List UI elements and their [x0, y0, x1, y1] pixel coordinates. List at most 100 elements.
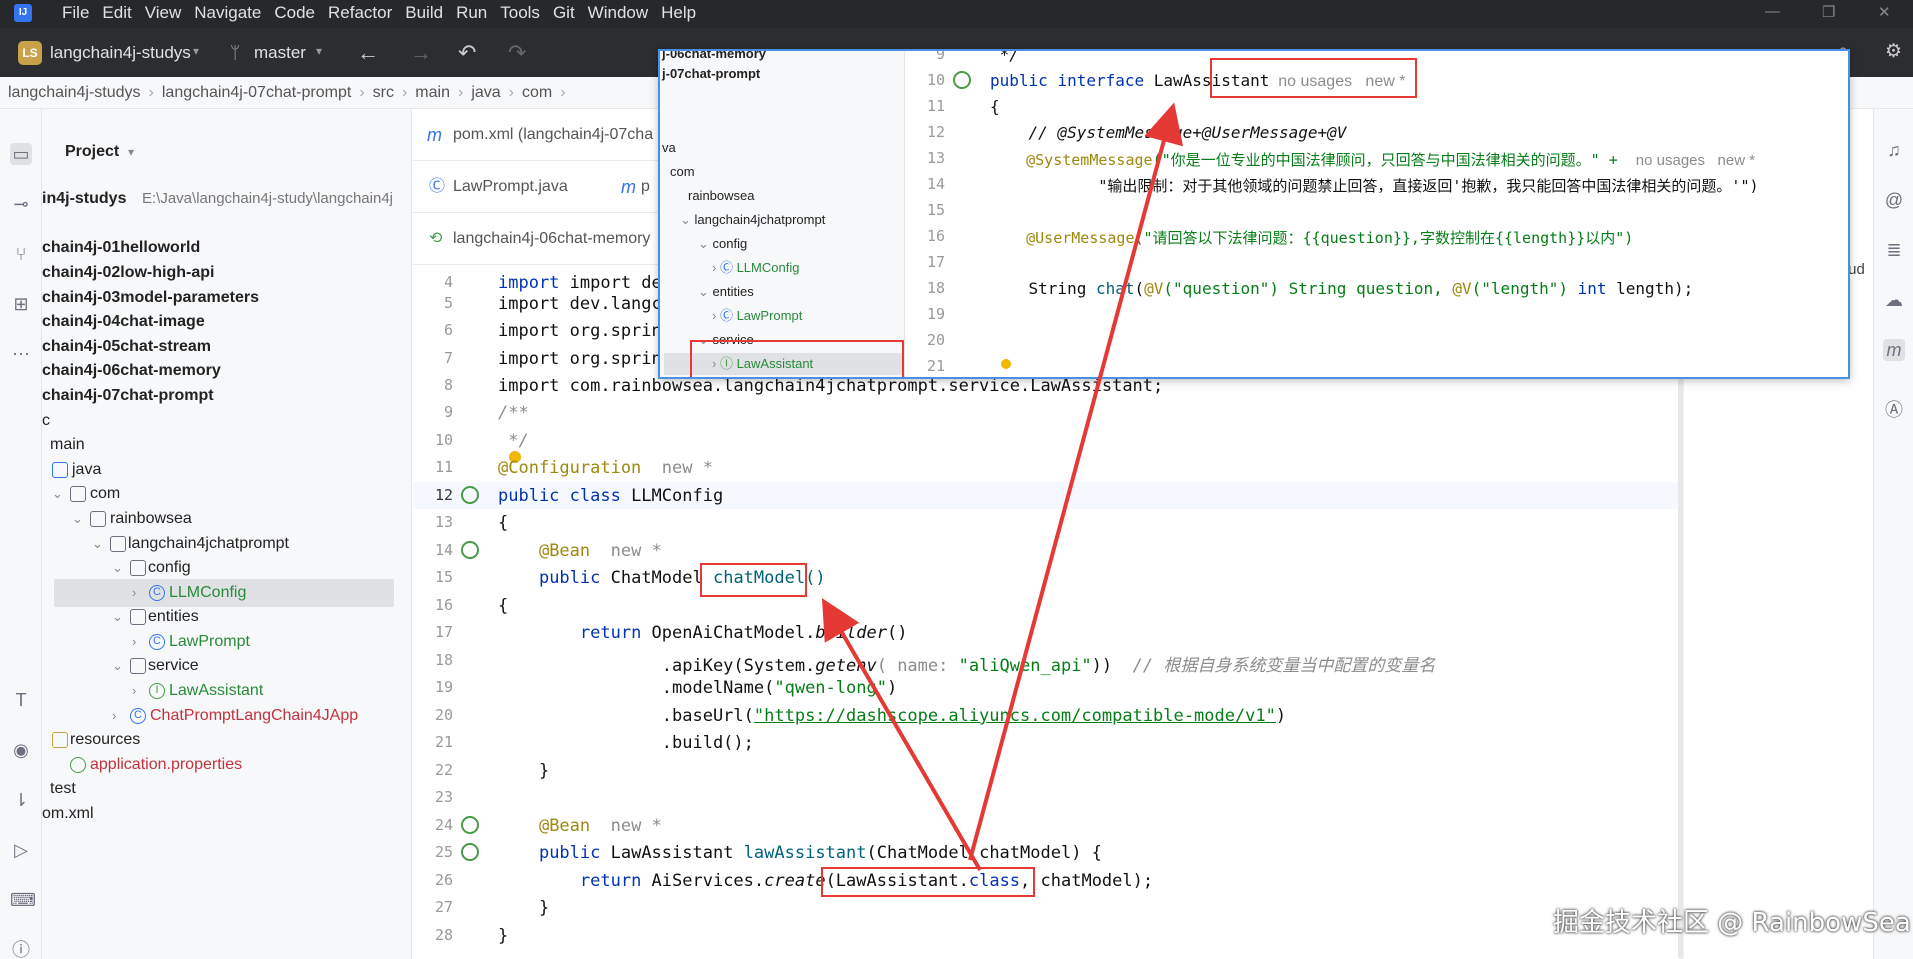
popup-tree-item[interactable]: ⌄ entities: [698, 281, 754, 303]
structure-icon[interactable]: ⊞: [10, 293, 32, 315]
breadcrumb-item[interactable]: com: [522, 84, 552, 102]
breadcrumb-item[interactable]: src: [373, 84, 394, 102]
undo-icon[interactable]: ↶: [458, 40, 476, 66]
notifications-bell-icon[interactable]: ♫: [1883, 139, 1905, 161]
bean-gutter-icon[interactable]: [461, 843, 479, 861]
database-icon[interactable]: ≣: [1883, 239, 1905, 261]
bean-gutter-icon[interactable]: [461, 486, 479, 504]
tree-resources[interactable]: resources: [42, 726, 411, 754]
package-icon: [110, 536, 126, 552]
problems-icon[interactable]: ⓘ: [10, 939, 32, 959]
settings-gear-icon[interactable]: ⚙: [1885, 40, 1902, 63]
project-selector[interactable]: langchain4j-studys: [50, 43, 191, 63]
popup-tree-item[interactable]: va: [662, 137, 676, 159]
tree-entities[interactable]: ⌄ entities: [42, 603, 411, 631]
tree-pom[interactable]: om.xml: [42, 800, 411, 828]
project-folder-icon[interactable]: ▭: [10, 143, 32, 165]
menu-run[interactable]: Run: [456, 3, 487, 23]
more-icon[interactable]: ⋯: [10, 343, 32, 365]
gradle-icon[interactable]: ☁: [1883, 289, 1905, 311]
menu-build[interactable]: Build: [405, 3, 443, 23]
build-hammer-icon[interactable]: T: [10, 689, 32, 711]
project-panel-title[interactable]: Project: [65, 143, 119, 161]
chevron-down-icon[interactable]: ⌄: [52, 480, 63, 508]
tab-lawprompt[interactable]: Ⓒ LawPrompt.java m p: [413, 161, 693, 213]
close-icon[interactable]: ✕: [1878, 3, 1891, 21]
breadcrumb-item[interactable]: java: [471, 84, 500, 102]
commit-icon[interactable]: ⊸: [10, 193, 32, 215]
tree-config[interactable]: ⌄ config: [42, 554, 411, 582]
translation-icon[interactable]: Ⓐ: [1883, 399, 1905, 421]
line-number: 21: [434, 733, 453, 751]
tree-root-path: E:\Java\langchain4j-study\langchain4j: [142, 190, 393, 207]
popup-tree-item[interactable]: › Ⓒ LLMConfig: [712, 257, 799, 279]
breadcrumb-item[interactable]: main: [415, 84, 450, 102]
services-icon[interactable]: ◉: [10, 739, 32, 761]
code-editor[interactable]: 4 5 6 7 8 9 10 11 12 13 14 15 16 17 18 1…: [413, 273, 1684, 959]
maximize-icon[interactable]: ❐: [1822, 3, 1835, 21]
tree-root[interactable]: in4j-studys E:\Java\langchain4j-study\la…: [42, 185, 411, 213]
terminal-icon[interactable]: ⌨: [10, 889, 36, 911]
tree-lawassistant[interactable]: › I LawAssistant: [42, 677, 411, 705]
tree-main[interactable]: main: [42, 431, 411, 459]
menu-navigate[interactable]: Navigate: [194, 3, 261, 23]
bean-gutter-icon[interactable]: [461, 816, 479, 834]
popup-tree-item[interactable]: rainbowsea: [688, 185, 755, 207]
chevron-down-icon[interactable]: ▾: [128, 145, 134, 159]
chevron-down-icon[interactable]: ▾: [193, 44, 199, 58]
chevron-down-icon[interactable]: ▾: [316, 44, 322, 58]
bean-gutter-icon[interactable]: [461, 541, 479, 559]
chevron-down-icon[interactable]: ⌄: [112, 603, 123, 631]
menu-view[interactable]: View: [145, 3, 182, 23]
tree-module[interactable]: chain4j-06chat-memory: [42, 357, 411, 385]
menu-help[interactable]: Help: [661, 3, 696, 23]
chevron-down-icon[interactable]: ⌄: [112, 554, 123, 582]
module-label: chain4j-01helloworld: [42, 239, 201, 256]
menu-file[interactable]: File: [62, 3, 89, 23]
endpoints-icon[interactable]: ⇂: [10, 789, 32, 811]
popup-tree-item[interactable]: j-07chat-prompt: [662, 63, 760, 85]
tree-module[interactable]: chain4j-04chat-image: [42, 308, 411, 336]
tree-test[interactable]: test: [42, 775, 411, 803]
highlight-box-lawassistant-class: [821, 867, 1035, 897]
chevron-down-icon[interactable]: ⌄: [72, 505, 83, 533]
menu-tools[interactable]: Tools: [500, 3, 540, 23]
popup-tree-item[interactable]: ⌄ config: [698, 233, 747, 255]
breadcrumb-item[interactable]: langchain4j-studys: [8, 84, 141, 102]
chevron-right-icon[interactable]: ›: [132, 677, 136, 705]
menu-refactor[interactable]: Refactor: [328, 3, 392, 23]
popup-tree-item[interactable]: ⌄ langchain4jchatprompt: [680, 209, 825, 231]
tree-service[interactable]: ⌄ service: [42, 652, 411, 680]
tree-rainbowsea[interactable]: ⌄ rainbowsea: [42, 505, 411, 533]
project-badge[interactable]: LS: [18, 41, 42, 65]
tab-pom[interactable]: m pom.xml (langchain4j-07cha: [413, 109, 693, 161]
tree-module[interactable]: chain4j-07chat-prompt: [42, 382, 411, 410]
tree-module[interactable]: chain4j-01helloworld: [42, 234, 411, 262]
ai-assistant-icon[interactable]: @: [1883, 189, 1905, 211]
lightbulb-icon[interactable]: [1001, 359, 1011, 369]
code-line: "输出限制：对于其他领域的问题禁止回答，直接返回'抱歉，我只能回答中国法律相关的…: [1026, 177, 1759, 195]
popup-tree-item[interactable]: › Ⓒ LawPrompt: [712, 305, 802, 327]
menu-window[interactable]: Window: [588, 3, 648, 23]
popup-tree-item[interactable]: com: [670, 161, 695, 183]
pull-requests-icon[interactable]: ⑂: [10, 243, 32, 265]
run-icon[interactable]: ▷: [10, 839, 32, 861]
tree-label: main: [50, 436, 85, 453]
forward-icon[interactable]: →: [410, 40, 432, 66]
tree-module[interactable]: chain4j-02low-high-api: [42, 259, 411, 287]
implemented-gutter-icon[interactable]: [953, 71, 971, 89]
back-icon[interactable]: ←: [357, 40, 379, 66]
popup-code-view[interactable]: 9 10 11 12 13 14 15 16 17 18 19 20 21 */…: [905, 51, 1848, 377]
menu-edit[interactable]: Edit: [102, 3, 131, 23]
tab-chat-memory[interactable]: ⟲ langchain4j-06chat-memory: [413, 213, 693, 265]
minimize-icon[interactable]: —: [1765, 3, 1780, 20]
menu-git[interactable]: Git: [553, 3, 575, 23]
menu-code[interactable]: Code: [274, 3, 315, 23]
code-line: */: [498, 431, 529, 451]
tree-com[interactable]: ⌄ com: [42, 480, 411, 508]
redo-icon[interactable]: ↷: [508, 40, 526, 66]
maven-icon[interactable]: m: [1883, 339, 1905, 361]
branch-selector[interactable]: master: [254, 43, 306, 63]
breadcrumb-item[interactable]: langchain4j-07chat-prompt: [162, 84, 351, 102]
chevron-down-icon[interactable]: ⌄: [112, 652, 123, 680]
